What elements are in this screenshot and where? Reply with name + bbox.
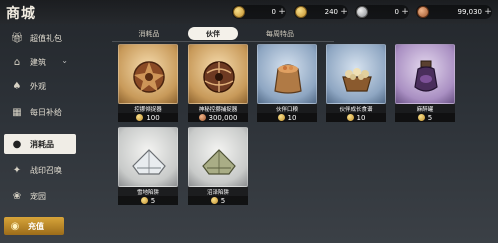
shop-item-card[interactable]: 麻醉罐 5 — [395, 44, 455, 122]
page-title: 商城 — [6, 6, 36, 22]
item-price-value: 10 — [287, 113, 297, 122]
item-name: 控挪倾捉器 — [118, 104, 178, 113]
sidebar-item-daily-supply[interactable]: ▦ 每日补给 — [4, 102, 76, 122]
shop-item-card[interactable]: 雪地陷阱 5 — [118, 127, 178, 205]
sidebar-item-label: 每日补给 — [30, 107, 62, 117]
item-name: 神秘控挪捕捉器 — [188, 104, 248, 113]
item-image — [395, 44, 455, 104]
tab-divider — [112, 41, 334, 42]
shop-item-card[interactable]: 控挪倾捉器 100 — [118, 44, 178, 122]
item-image — [118, 44, 178, 104]
sidebar: 🎁︎ 超值礼包 ⌂ 建筑 ⌄ ♠ 外观 ▦ 每日补给 ● 消耗品 ✦ 战印召唤 … — [0, 24, 80, 243]
add-currency-button[interactable]: + — [278, 7, 286, 17]
item-name: 麻醉罐 — [395, 104, 455, 113]
item-image — [118, 127, 178, 187]
shop-item-card[interactable]: 伙伴成长食谱 10 — [326, 44, 386, 122]
item-image — [326, 44, 386, 104]
gold-coin-icon — [210, 197, 218, 204]
add-currency-button[interactable]: + — [340, 7, 348, 17]
gold-coin-icon — [295, 6, 307, 18]
currency-value: 0 — [394, 8, 399, 16]
copper-coin-icon — [417, 6, 429, 18]
currency-value: 99,030 — [457, 8, 483, 16]
pet-icon: ❀ — [12, 190, 22, 202]
food-basket-icon — [342, 68, 372, 92]
gold-coin-icon — [346, 114, 354, 121]
coin-stack-icon: ◉ — [10, 220, 20, 232]
item-price: 5 — [118, 196, 178, 205]
item-price: 300,000 — [188, 113, 248, 122]
currency-silver: 0 + — [355, 5, 409, 19]
recharge-label: 充值 — [28, 221, 44, 231]
gold-coin-icon — [136, 114, 144, 121]
sidebar-item-label: 外观 — [30, 81, 46, 91]
add-currency-button[interactable]: + — [484, 7, 492, 17]
net-ball-icon — [133, 61, 165, 93]
currency-value: 240 — [324, 8, 338, 16]
currency-gold-1: 0 + — [232, 5, 286, 19]
currency-value: 0 — [271, 8, 276, 16]
copper-coin-icon — [198, 114, 206, 121]
item-price: 5 — [395, 113, 455, 122]
item-image — [188, 127, 248, 187]
item-price-value: 5 — [427, 113, 433, 122]
sidebar-item-appearance[interactable]: ♠ 外观 — [4, 76, 76, 96]
recharge-button[interactable]: ◉ 充值 — [4, 217, 64, 235]
gift-icon: 🎁︎ — [10, 32, 24, 44]
summon-icon: ✦ — [12, 164, 22, 176]
food-sack-icon — [274, 64, 302, 94]
item-name: 沼泽陷阱 — [188, 187, 248, 196]
sidebar-item-label: 宠园 — [30, 191, 46, 201]
calendar-icon: ▦ — [12, 106, 22, 118]
gold-coin-icon — [417, 114, 425, 121]
sidebar-item-label: 战印召唤 — [30, 165, 62, 175]
item-price: 5 — [188, 196, 248, 205]
item-image — [257, 44, 317, 104]
tranquilizer-jar-icon — [414, 60, 438, 92]
outfit-icon: ♠ — [12, 80, 22, 92]
item-name: 雪地陷阱 — [118, 187, 178, 196]
building-icon: ⌂ — [13, 56, 21, 68]
sidebar-item-building[interactable]: ⌂ 建筑 ⌄ — [4, 52, 76, 72]
item-price-value: 10 — [356, 113, 366, 122]
item-price-value: 5 — [150, 196, 156, 205]
tab-consumables[interactable]: 消耗品 — [122, 27, 176, 40]
currency-copper: 99,030 + — [416, 5, 492, 19]
item-price: 10 — [257, 113, 317, 122]
item-price-value: 5 — [220, 196, 226, 205]
add-currency-button[interactable]: + — [401, 7, 409, 17]
item-name: 伙伴口粮 — [257, 104, 317, 113]
item-price: 10 — [326, 113, 386, 122]
consumable-icon: ● — [12, 138, 22, 150]
swamp-trap-icon — [202, 149, 236, 175]
gold-coin-icon — [277, 114, 285, 121]
mystic-net-ball-icon — [203, 61, 235, 93]
item-image — [188, 44, 248, 104]
shop-item-card[interactable]: 伙伴口粮 10 — [257, 44, 317, 122]
sidebar-item-label: 消耗品 — [30, 139, 54, 149]
item-price-value: 300,000 — [208, 113, 238, 122]
sidebar-item-consumables[interactable]: ● 消耗品 — [4, 134, 76, 154]
gold-coin-icon — [233, 6, 245, 18]
item-price: 100 — [118, 113, 178, 122]
tab-weekly-specials[interactable]: 每周特品 — [248, 27, 312, 40]
tab-partners[interactable]: 伙伴 — [188, 27, 238, 40]
snow-trap-icon — [132, 149, 166, 175]
top-bar: 商城 0 + 240 + 0 + 99,030 + — [0, 0, 498, 24]
sidebar-item-summon[interactable]: ✦ 战印召唤 — [4, 160, 76, 180]
item-name: 伙伴成长食谱 — [326, 104, 386, 113]
chevron-down-icon: ⌄ — [61, 56, 68, 65]
sidebar-item-pet-garden[interactable]: ❀ 宠园 — [4, 186, 76, 206]
shop-item-card[interactable]: 沼泽陷阱 5 — [188, 127, 248, 205]
item-price-value: 100 — [146, 113, 160, 122]
tab-bar: 消耗品 伙伴 每周特品 — [112, 27, 334, 40]
shop-item-card[interactable]: 神秘控挪捕捉器 300,000 — [188, 44, 248, 122]
currency-gold-2: 240 + — [294, 5, 348, 19]
sidebar-item-gift-packs[interactable]: 🎁︎ 超值礼包 — [4, 28, 76, 48]
sidebar-item-label: 超值礼包 — [30, 33, 62, 43]
silver-coin-icon — [356, 6, 368, 18]
gold-coin-icon — [140, 197, 148, 204]
sidebar-item-label: 建筑 — [30, 57, 46, 67]
